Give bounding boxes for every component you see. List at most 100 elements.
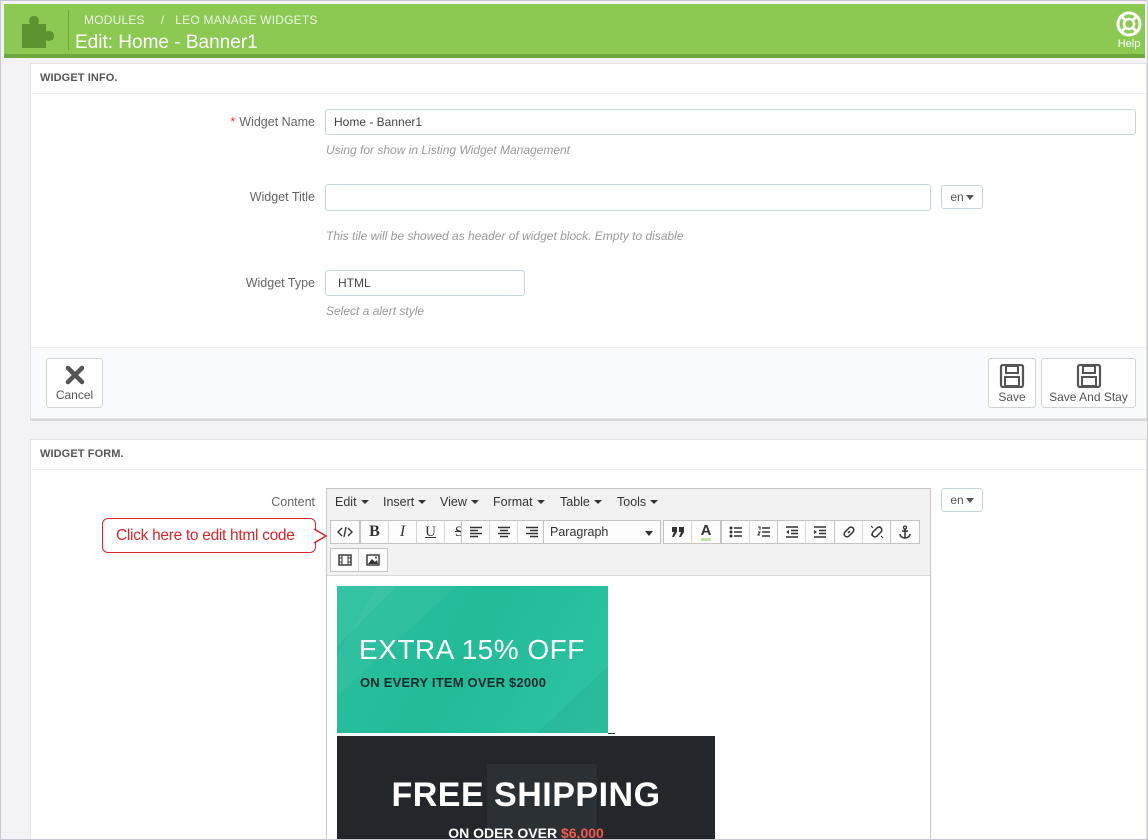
save-button[interactable]: Save bbox=[988, 358, 1036, 408]
content-lang-button[interactable]: en bbox=[941, 488, 983, 512]
banner-extra-off-subline: ON EVERY ITEM OVER $2000 bbox=[360, 675, 547, 690]
menu-label: Insert bbox=[383, 495, 415, 509]
save-and-stay-label: Save And Stay bbox=[1049, 390, 1128, 404]
panel-heading: WIDGET FORM. bbox=[31, 440, 1146, 470]
lifebuoy-icon bbox=[1116, 11, 1142, 37]
menu-table[interactable]: Table bbox=[560, 495, 602, 509]
menu-edit[interactable]: Edit bbox=[335, 495, 369, 509]
menu-view[interactable]: View bbox=[440, 495, 479, 509]
editor-menubar: Edit Insert View Format Table Tools bbox=[327, 489, 930, 516]
save-icon bbox=[1076, 364, 1101, 388]
italic-button[interactable]: I bbox=[389, 521, 417, 543]
menu-label: Tools bbox=[617, 495, 647, 509]
caret-down-icon bbox=[965, 498, 974, 503]
widget-form-heading: WIDGET FORM. bbox=[40, 448, 124, 460]
page-title: Edit: Home - Banner1 bbox=[75, 32, 258, 53]
header-divider bbox=[68, 10, 69, 50]
link-button[interactable] bbox=[835, 521, 863, 543]
subline-prefix: ON ODER OVER bbox=[448, 825, 561, 840]
app-window: MODULES / LEO MANAGE WIDGETS Edit: Home - … bbox=[0, 0, 1148, 840]
content-label: Content bbox=[271, 495, 315, 509]
source-code-button[interactable] bbox=[331, 521, 359, 543]
caret-down-icon bbox=[360, 500, 369, 504]
unlink-icon bbox=[870, 525, 884, 539]
save-label: Save bbox=[998, 390, 1026, 404]
caret-down-icon bbox=[645, 531, 653, 536]
widget-title-lang-button[interactable]: en bbox=[941, 185, 983, 209]
text-style-group: B I U S bbox=[360, 520, 474, 544]
caret-down-icon bbox=[650, 500, 659, 504]
editor-toolbar: B I U S Paragraph A bbox=[327, 515, 930, 576]
media-icon bbox=[337, 554, 352, 566]
editor-content-area[interactable]: EXTRA 15% OFF ON EVERY ITEM OVER $2000 F… bbox=[327, 576, 930, 840]
caret-down-icon bbox=[593, 500, 602, 504]
widget-name-label-text: Widget Name bbox=[239, 115, 315, 129]
numbered-list-icon bbox=[757, 526, 770, 537]
banner-extra-off[interactable]: EXTRA 15% OFF ON EVERY ITEM OVER $2000 bbox=[337, 586, 608, 733]
caret-down-icon bbox=[965, 195, 974, 200]
align-left-button[interactable] bbox=[462, 521, 490, 543]
link-group bbox=[834, 520, 892, 544]
source-code-icon bbox=[337, 526, 353, 538]
cancel-button[interactable]: Cancel bbox=[46, 358, 103, 408]
format-select[interactable]: Paragraph bbox=[543, 520, 661, 544]
media-group bbox=[330, 548, 388, 572]
outdent-button[interactable] bbox=[778, 521, 806, 543]
numbered-list-button[interactable] bbox=[750, 521, 778, 543]
menu-format[interactable]: Format bbox=[493, 495, 545, 509]
bold-button[interactable]: B bbox=[361, 521, 389, 543]
menu-insert[interactable]: Insert bbox=[383, 495, 427, 509]
help-button[interactable]: Help bbox=[1112, 11, 1146, 50]
widget-type-select[interactable] bbox=[325, 270, 525, 296]
unlink-button[interactable] bbox=[863, 521, 891, 543]
widget-name-help: Using for show in Listing Widget Managem… bbox=[326, 143, 571, 157]
format-value: Paragraph bbox=[550, 525, 609, 539]
anchor-group bbox=[890, 520, 920, 544]
subline-highlight: $6,000 bbox=[560, 825, 604, 840]
blockquote-button[interactable] bbox=[664, 521, 692, 543]
indent-button[interactable] bbox=[806, 521, 834, 543]
puzzle-icon bbox=[22, 16, 54, 48]
cancel-label: Cancel bbox=[55, 388, 94, 402]
save-icon bbox=[999, 364, 1025, 388]
anchor-icon bbox=[899, 525, 911, 539]
save-and-stay-button[interactable]: Save And Stay bbox=[1041, 358, 1136, 408]
menu-label: Table bbox=[560, 495, 590, 509]
breadcrumb: MODULES / LEO MANAGE WIDGETS bbox=[84, 13, 318, 27]
banner-free-shipping-headline: FREE SHIPPING bbox=[391, 776, 661, 814]
callout-box: Click here to edit html code bbox=[102, 518, 316, 553]
lang-label: en bbox=[950, 190, 964, 204]
widget-info-panel: WIDGET INFO. *Widget Name Using for show… bbox=[30, 63, 1147, 419]
widget-title-input[interactable] bbox=[325, 184, 931, 211]
anchor-button[interactable] bbox=[891, 521, 919, 543]
widget-type-label: Widget Type bbox=[245, 276, 315, 290]
banner-extra-off-headline: EXTRA 15% OFF bbox=[359, 634, 585, 665]
menu-tools[interactable]: Tools bbox=[617, 495, 659, 509]
lang-label: en bbox=[950, 493, 964, 507]
image-button[interactable] bbox=[359, 549, 387, 571]
caret-down-icon bbox=[418, 500, 427, 504]
bullet-list-button[interactable] bbox=[722, 521, 750, 543]
rich-text-editor: Edit Insert View Format Table Tools B I … bbox=[326, 488, 931, 840]
align-center-button[interactable] bbox=[490, 521, 518, 543]
widget-name-input[interactable] bbox=[325, 109, 1136, 135]
panel-heading: WIDGET INFO. bbox=[31, 64, 1146, 94]
media-button[interactable] bbox=[331, 549, 359, 571]
menu-label: View bbox=[440, 495, 467, 509]
callout-arrow-icon bbox=[314, 528, 328, 544]
align-right-button[interactable] bbox=[518, 521, 546, 543]
banner-free-shipping[interactable]: FREE SHIPPING ON ODER OVER $6,000 bbox=[337, 736, 715, 840]
help-label: Help bbox=[1117, 38, 1141, 50]
text-color-button[interactable]: A bbox=[692, 521, 720, 543]
align-left-icon bbox=[469, 526, 482, 538]
breadcrumb-modules[interactable]: MODULES bbox=[84, 13, 145, 27]
callout-text: Click here to edit html code bbox=[116, 527, 295, 544]
panel-footer: Cancel Save Save And Stay bbox=[31, 347, 1146, 418]
caret-down-icon bbox=[536, 500, 545, 504]
indent-group bbox=[777, 520, 835, 544]
breadcrumb-leo-manage-widgets[interactable]: LEO MANAGE WIDGETS bbox=[175, 13, 317, 27]
menu-label: Edit bbox=[335, 495, 357, 509]
widget-name-label: * Widget Name bbox=[191, 115, 315, 129]
underline-button[interactable]: U bbox=[417, 521, 445, 543]
text-color-icon: A bbox=[700, 522, 712, 541]
